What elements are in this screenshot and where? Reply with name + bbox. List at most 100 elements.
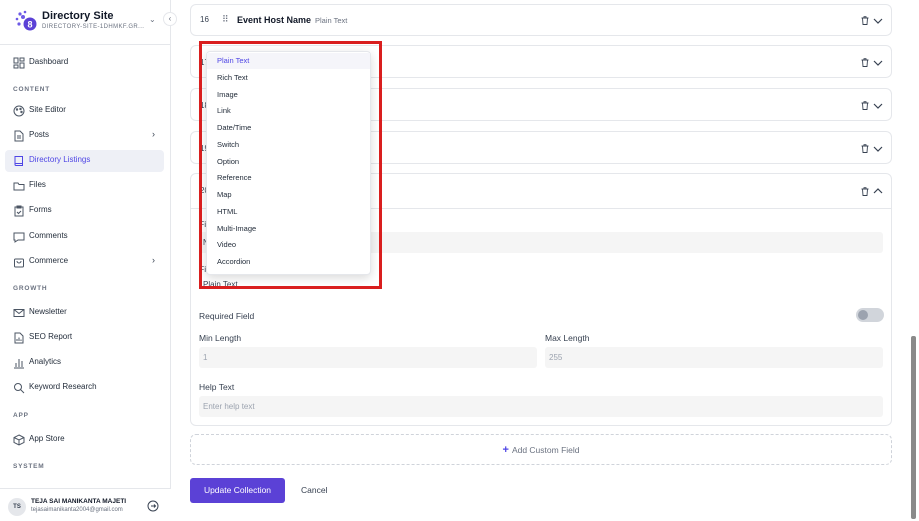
avatar: TS [8, 498, 26, 516]
comment-icon [13, 232, 25, 243]
folder-icon [13, 182, 25, 191]
sidebar-item-comments[interactable]: Comments [5, 226, 164, 248]
dropdown-option[interactable]: Switch [207, 137, 370, 153]
required-field-label: Required Field [199, 311, 255, 321]
field-row-type: Plain Text [315, 16, 348, 25]
min-length-value: 1 [203, 353, 208, 362]
sidebar-item-forms[interactable]: Forms [5, 200, 164, 222]
book-icon [14, 156, 23, 166]
sidebar-item-label: App Store [29, 434, 65, 443]
site-name: Directory Site [42, 10, 114, 22]
user-email: tejasaimanikanta2004@gmail.com [31, 507, 123, 513]
toggle-knob [858, 310, 868, 320]
dropdown-option[interactable]: Map [207, 187, 370, 203]
sidebar-item-label: Analytics [29, 357, 62, 366]
trash-icon[interactable] [861, 144, 869, 153]
sidebar-item-label: Newsletter [29, 307, 67, 316]
document-icon [14, 130, 24, 142]
palette-icon [13, 105, 25, 117]
sidebar-item-label: Dashboard [29, 57, 69, 66]
sidebar-item-commerce[interactable]: Commerce › [5, 251, 164, 273]
plus-icon: + [502, 444, 509, 456]
chevron-down-icon[interactable] [873, 102, 883, 110]
user-name: TEJA SAI MANIKANTA MAJETI [31, 498, 127, 505]
max-length-input[interactable]: 255 [545, 347, 883, 368]
dropdown-option[interactable]: Option [207, 154, 370, 170]
sidebar-item-directory-listings[interactable]: Directory Listings [5, 150, 164, 172]
search-icon [14, 383, 25, 394]
field-row[interactable]: 16 ⠿ Event Host Name Plain Text [190, 4, 892, 36]
chevron-up-icon[interactable] [873, 187, 883, 195]
sidebar-item-keyword-research[interactable]: Keyword Research [5, 377, 164, 399]
dashboard-icon [13, 57, 25, 69]
chevron-down-icon[interactable] [873, 17, 883, 25]
dropdown-option[interactable]: Rich Text [207, 70, 370, 86]
sidebar-item-site-editor[interactable]: Site Editor [5, 100, 164, 122]
trash-icon[interactable] [861, 58, 869, 67]
scrollbar[interactable] [911, 336, 916, 519]
sidebar-item-label: Directory Listings [29, 155, 91, 164]
section-growth-heading: GROWTH [13, 285, 48, 292]
help-text-placeholder: Enter help text [203, 402, 255, 411]
sidebar-item-label: Files [29, 180, 46, 189]
svg-text:8: 8 [27, 20, 32, 30]
site-switcher[interactable]: 8 Directory Site DIRECTORY-SITE-1DHMKF.G… [14, 9, 164, 35]
update-collection-button[interactable]: Update Collection [190, 478, 285, 503]
max-length-value: 255 [549, 353, 563, 362]
dropdown-option[interactable]: Image [207, 87, 370, 103]
sidebar-item-analytics[interactable]: Analytics [5, 352, 164, 374]
max-length-label: Max Length [545, 333, 590, 343]
collapse-sidebar-button[interactable]: ‹ [163, 12, 177, 26]
add-custom-field-button[interactable]: + Add Custom Field [190, 434, 892, 465]
chevron-right-icon[interactable]: › [152, 129, 155, 139]
drag-handle-icon[interactable]: ⠿ [222, 14, 229, 25]
field-type-dropdown: Plain Text Rich Text Image Link Date/Tim… [206, 51, 371, 275]
dropdown-option[interactable]: Link [207, 103, 370, 119]
cancel-button[interactable]: Cancel [301, 485, 327, 495]
section-app-heading: APP [13, 412, 29, 419]
dropdown-option[interactable]: Plain Text [207, 53, 370, 69]
field-type-select[interactable]: Plain Text [199, 278, 379, 292]
help-text-input[interactable]: Enter help text [199, 396, 883, 417]
field-row-name: Event Host Name [237, 15, 312, 25]
clipboard-icon [14, 205, 24, 217]
trash-icon[interactable] [861, 187, 869, 196]
logout-icon[interactable] [147, 500, 159, 512]
chevron-down-icon[interactable]: ⌄ [149, 15, 156, 24]
sidebar: 8 Directory Site DIRECTORY-SITE-1DHMKF.G… [0, 0, 177, 521]
field-row-number: 16 [200, 15, 209, 24]
chevron-down-icon[interactable] [873, 145, 883, 153]
dropdown-option[interactable]: Multi-Image [207, 221, 370, 237]
dropdown-option[interactable]: Accordion [207, 254, 370, 270]
divider [0, 44, 171, 45]
sidebar-item-label: SEO Report [29, 332, 73, 341]
box-icon [13, 434, 25, 446]
sidebar-item-app-store[interactable]: App Store [5, 429, 164, 451]
required-field-toggle[interactable] [856, 308, 884, 322]
dropdown-option[interactable]: HTML [207, 204, 370, 220]
sidebar-item-posts[interactable]: Posts › [5, 125, 164, 147]
field-type-value: Plain Text [203, 280, 238, 289]
chevron-down-icon[interactable] [873, 59, 883, 67]
add-custom-field-label: Add Custom Field [511, 445, 580, 455]
dropdown-option[interactable]: Video [207, 237, 370, 253]
sidebar-item-files[interactable]: Files [5, 175, 164, 197]
bar-chart-icon [14, 359, 24, 369]
dropdown-option[interactable]: Reference [207, 170, 370, 186]
min-length-input[interactable]: 1 [199, 347, 537, 368]
sidebar-item-seo-report[interactable]: SEO Report [5, 327, 164, 349]
trash-icon[interactable] [861, 101, 869, 110]
sidebar-item-label: Posts [29, 130, 50, 139]
trash-icon[interactable] [861, 16, 869, 25]
bag-icon [14, 258, 24, 268]
sidebar-item-label: Comments [29, 231, 68, 240]
user-profile[interactable]: TS TEJA SAI MANIKANTA MAJETI tejasaimani… [0, 488, 171, 521]
site-id: DIRECTORY-SITE-1DHMKF.GR... [42, 24, 145, 30]
mail-icon [13, 309, 25, 317]
sidebar-item-newsletter[interactable]: Newsletter [5, 302, 164, 324]
sidebar-item-dashboard[interactable]: Dashboard [5, 52, 164, 74]
chevron-right-icon[interactable]: › [152, 255, 155, 265]
sidebar-item-label: Forms [29, 205, 52, 214]
dropdown-option[interactable]: Date/Time [207, 120, 370, 136]
section-system-heading: SYSTEM [13, 463, 45, 470]
